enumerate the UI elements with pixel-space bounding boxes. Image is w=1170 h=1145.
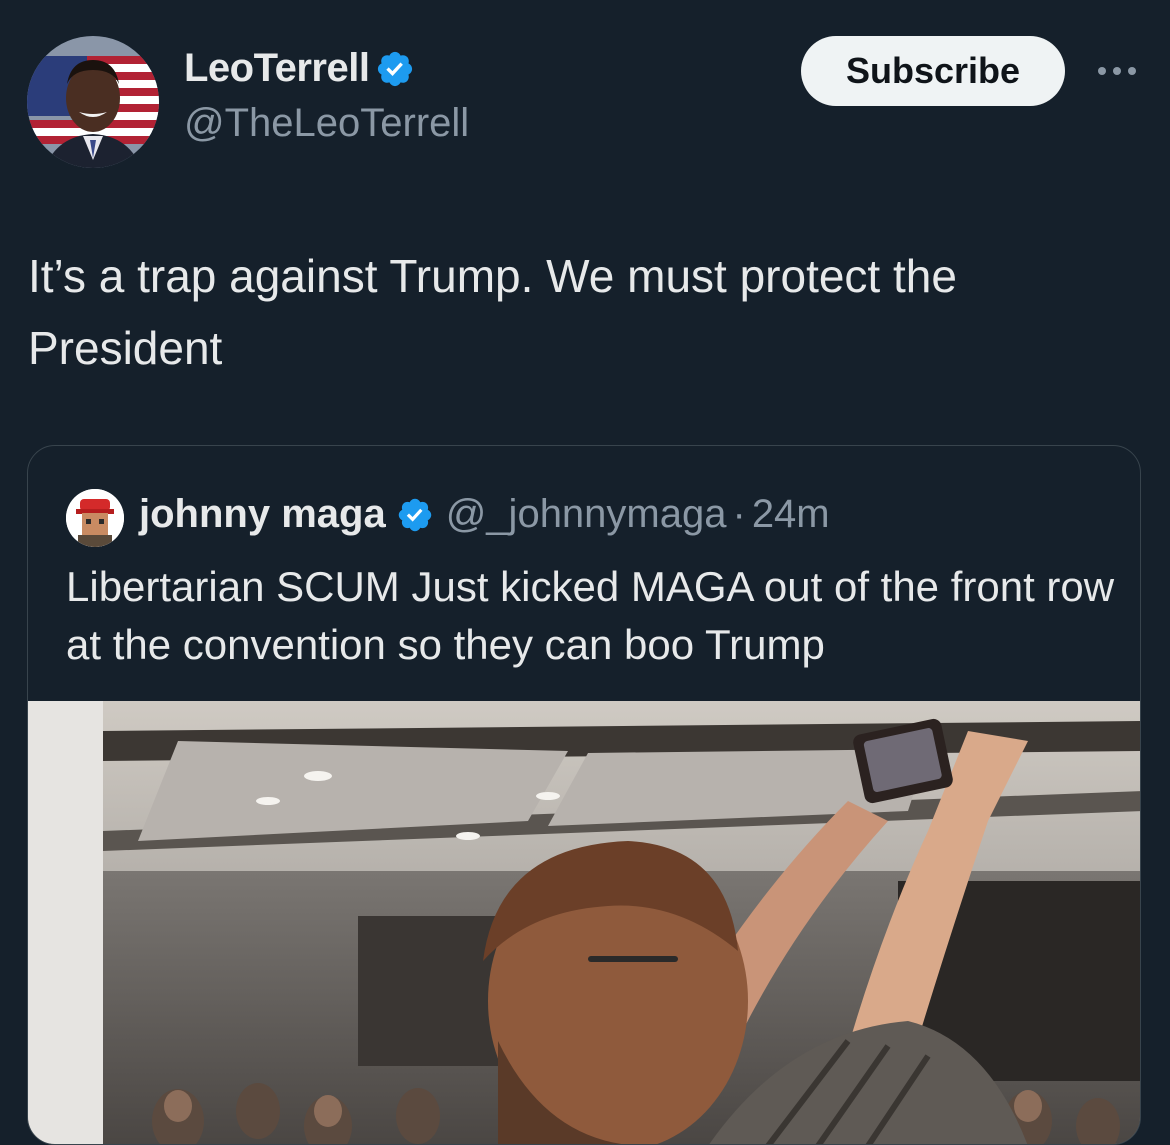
quoted-timestamp[interactable]: 24m [752, 492, 830, 537]
quoted-author-handle[interactable]: @_johnnymaga [446, 492, 727, 537]
quoted-verified-badge-icon [398, 498, 431, 531]
quoted-tweet-card[interactable]: johnny maga @_johnnymaga · 24m Libertari… [27, 445, 1141, 1145]
quoted-author-avatar[interactable] [66, 489, 124, 547]
quoted-author-name[interactable]: johnny maga [139, 492, 386, 537]
quoted-tweet-text: Libertarian SCUM Just kicked MAGA out of… [66, 563, 1115, 668]
author-display-name[interactable]: LeoTerrell [184, 46, 370, 91]
verified-badge-icon [378, 51, 413, 86]
author-avatar[interactable] [27, 36, 159, 168]
more-horizontal-icon[interactable] [1094, 58, 1140, 84]
author-handle[interactable]: @TheLeoTerrell [184, 101, 469, 146]
subscribe-button[interactable]: Subscribe [801, 36, 1065, 106]
quoted-video-thumbnail[interactable] [28, 701, 1141, 1145]
separator-dot: · [732, 492, 746, 536]
tweet-text: It’s a trap against Trump. We must prote… [28, 250, 957, 374]
